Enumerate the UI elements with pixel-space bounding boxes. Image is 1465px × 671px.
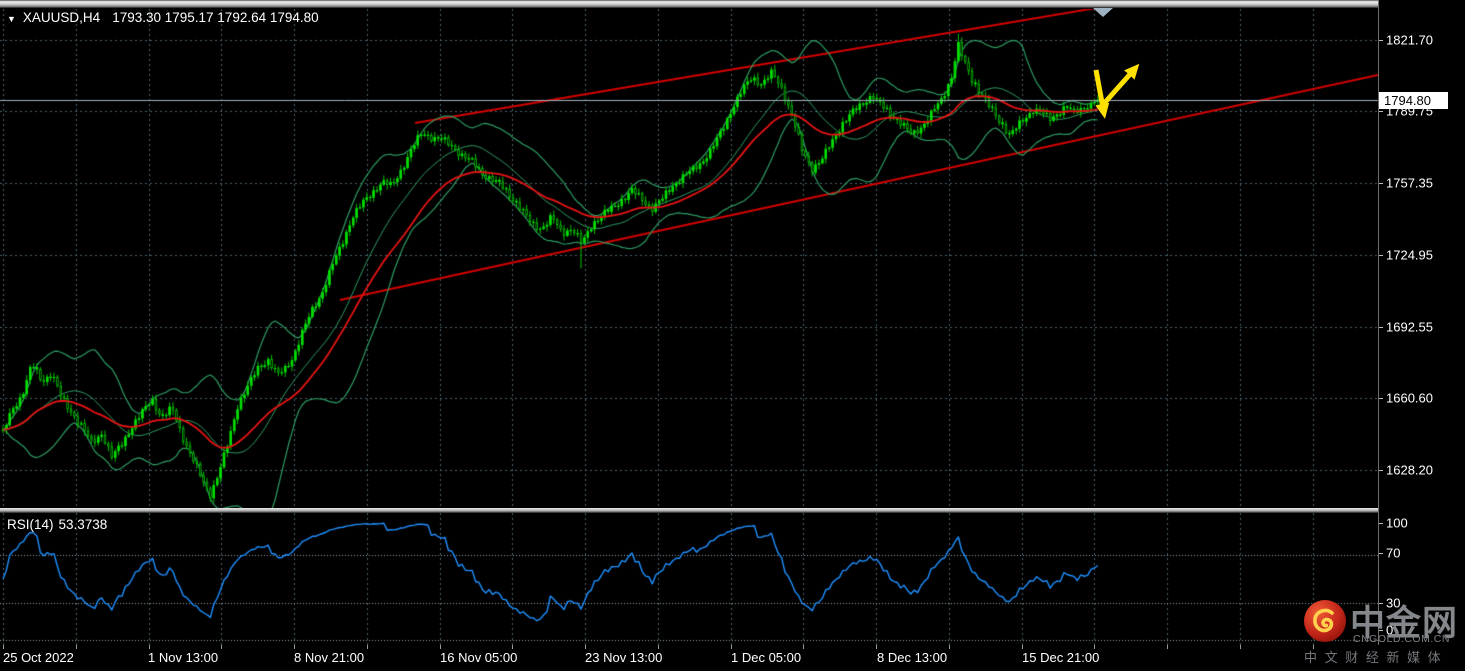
axis-tick bbox=[1379, 111, 1383, 112]
axis-tick bbox=[1379, 255, 1383, 256]
axis-tick bbox=[1379, 40, 1383, 41]
axis-tick bbox=[1379, 553, 1383, 554]
time-axis-tick bbox=[1240, 645, 1241, 649]
price-axis-label: 1628.20 bbox=[1386, 463, 1433, 478]
time-axis-tick bbox=[876, 645, 877, 649]
time-axis-label: 1 Nov 13:00 bbox=[148, 650, 218, 665]
current-price-tag: 1794.80 bbox=[1379, 92, 1448, 109]
price-axis-label: 1724.95 bbox=[1386, 248, 1433, 263]
time-axis-tick bbox=[1313, 645, 1314, 649]
time-axis-label: 25 Oct 2022 bbox=[3, 650, 74, 665]
time-axis-tick bbox=[221, 645, 222, 649]
axis-tick bbox=[1379, 603, 1383, 604]
rsi-axis-label: 0 bbox=[1386, 623, 1393, 638]
symbol-period-label: XAUUSD,H4 bbox=[23, 10, 100, 25]
price-axis[interactable]: 1794.80 1821.701789.751757.351724.951692… bbox=[1378, 0, 1465, 645]
time-axis-tick bbox=[294, 645, 295, 649]
time-axis-tick bbox=[585, 645, 586, 649]
time-axis-tick bbox=[3, 645, 4, 649]
axis-tick bbox=[1379, 183, 1383, 184]
rsi-axis-label: 100 bbox=[1386, 516, 1408, 531]
time-axis[interactable]: 25 Oct 2022 1 Nov 13:00 8 Nov 21:00 16 Nov … bbox=[0, 645, 1465, 671]
rsi-axis-label: 70 bbox=[1386, 546, 1400, 561]
time-axis-tick bbox=[76, 645, 77, 649]
time-axis-label: 8 Nov 21:00 bbox=[294, 650, 364, 665]
price-axis-label: 1757.35 bbox=[1386, 176, 1433, 191]
time-axis-tick bbox=[440, 645, 441, 649]
time-axis-label: 16 Nov 05:00 bbox=[440, 650, 517, 665]
chart-shift-marker-icon[interactable] bbox=[1093, 8, 1113, 17]
time-axis-tick bbox=[949, 645, 950, 649]
trend-arrows-annotation[interactable] bbox=[1085, 58, 1149, 126]
axis-tick bbox=[1379, 398, 1383, 399]
rsi-value: 53.3738 bbox=[59, 517, 108, 532]
rsi-axis-label: 30 bbox=[1386, 596, 1400, 611]
main-chart-canvas[interactable] bbox=[0, 0, 1378, 508]
time-axis-label: 23 Nov 13:00 bbox=[585, 650, 662, 665]
time-axis-tick bbox=[731, 645, 732, 649]
time-axis-tick bbox=[149, 645, 150, 649]
price-axis-label: 1660.60 bbox=[1386, 391, 1433, 406]
time-axis-tick bbox=[1022, 645, 1023, 649]
axis-tick bbox=[1379, 327, 1383, 328]
price-axis-label: 1692.55 bbox=[1386, 320, 1433, 335]
ohlc-values: 1793.30 1795.17 1792.64 1794.80 bbox=[112, 10, 318, 25]
chart-title: ▼ XAUUSD,H4 1793.30 1795.17 1792.64 1794… bbox=[7, 10, 319, 25]
chart-window: { "title": {"marker": "▼", "symbol": "XA… bbox=[0, 0, 1465, 671]
price-axis-label: 1821.70 bbox=[1386, 33, 1433, 48]
time-axis-tick bbox=[367, 645, 368, 649]
rsi-name: RSI(14) bbox=[7, 517, 54, 532]
time-axis-label: 15 Dec 21:00 bbox=[1022, 650, 1099, 665]
time-axis-label: 8 Dec 13:00 bbox=[877, 650, 947, 665]
time-axis-tick bbox=[512, 645, 513, 649]
panel-separator[interactable] bbox=[0, 508, 1465, 513]
axis-tick bbox=[1379, 523, 1383, 524]
rsi-indicator-label: RSI(14) 53.3738 bbox=[7, 517, 107, 532]
time-axis-tick bbox=[803, 645, 804, 649]
axis-tick bbox=[1379, 630, 1383, 631]
time-axis-tick bbox=[1167, 645, 1168, 649]
time-axis-tick bbox=[658, 645, 659, 649]
up-arrow-icon bbox=[1100, 72, 1132, 108]
time-axis-label: 1 Dec 05:00 bbox=[731, 650, 801, 665]
time-axis-tick bbox=[1094, 645, 1095, 649]
rsi-indicator-canvas[interactable] bbox=[0, 513, 1378, 645]
chart-top-border bbox=[0, 0, 1465, 8]
axis-tick bbox=[1379, 470, 1383, 471]
symbol-dropdown-icon[interactable]: ▼ bbox=[7, 14, 16, 24]
